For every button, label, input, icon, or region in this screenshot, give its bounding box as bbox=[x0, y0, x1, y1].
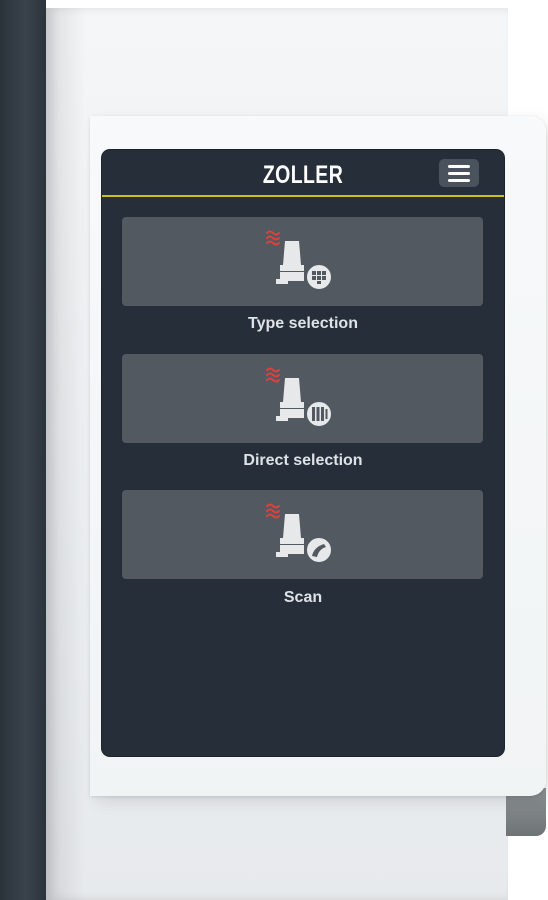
type-selection-button[interactable] bbox=[122, 217, 483, 306]
display-header: ZOLLER bbox=[102, 150, 504, 197]
hamburger-menu-icon-bar bbox=[448, 164, 470, 168]
tool-holder-type-grid-icon bbox=[266, 230, 333, 291]
machine-frame-rail bbox=[0, 0, 46, 900]
direct-selection-label[interactable]: Direct selection bbox=[102, 452, 504, 470]
scan-button[interactable] bbox=[122, 490, 483, 579]
direct-selection-button[interactable] bbox=[122, 354, 483, 443]
scan-label[interactable]: Scan bbox=[102, 589, 504, 607]
hamburger-menu-icon-bar bbox=[448, 171, 470, 175]
tool-holder-scan-icon bbox=[266, 503, 333, 564]
hamburger-menu-button[interactable] bbox=[439, 159, 479, 187]
brand-logo: ZOLLER bbox=[262, 161, 344, 189]
tool-holder-direct-selection-icon bbox=[266, 367, 333, 428]
type-selection-label[interactable]: Type selection bbox=[102, 315, 504, 333]
hamburger-menu-icon-bar bbox=[448, 178, 470, 182]
touch-display: ZOLLER Type selection Direct selection S… bbox=[102, 150, 504, 756]
machine-panel-shade bbox=[46, 8, 86, 900]
